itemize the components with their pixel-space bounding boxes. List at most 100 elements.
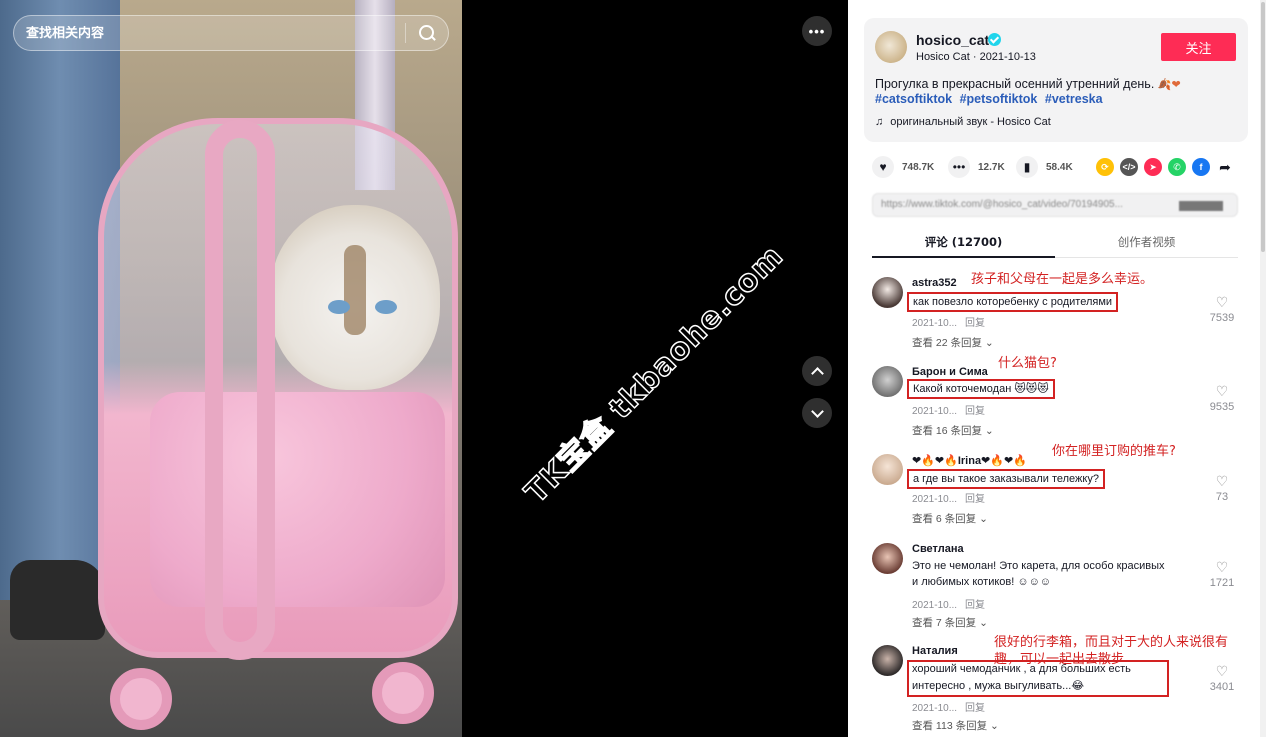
commenter-name[interactable]: Наталия — [912, 645, 958, 657]
post-card: hosico_cat Hosico Cat · 2021-10-13 关注 Пр… — [864, 18, 1248, 142]
tiktok-video-page: TK宝盒 tkbaohe.com ••• hosico_cat Hosico C… — [0, 0, 1266, 737]
caption-emoji: 🍂❤ — [1157, 79, 1181, 91]
facebook-icon[interactable]: f — [1192, 158, 1210, 176]
comment-icon[interactable]: ••• — [948, 156, 970, 178]
view-replies-link[interactable]: 查看 7 条回复 — [912, 615, 988, 630]
comment-like[interactable]: ♡ 73 — [1202, 474, 1242, 503]
save-action[interactable]: ▮ 58.4K — [1016, 156, 1073, 178]
watermark-text: TK宝盒 tkbaohe.com — [518, 238, 791, 511]
info-panel: hosico_cat Hosico Cat · 2021-10-13 关注 Пр… — [848, 0, 1266, 737]
commenter-avatar[interactable] — [872, 645, 903, 676]
search-bar[interactable] — [13, 15, 449, 51]
comment-meta: 2021-10... 回复 — [912, 596, 985, 611]
tab-creator-videos[interactable]: 创作者视频 — [1055, 234, 1238, 250]
heart-outline-icon[interactable]: ♡ — [1202, 664, 1242, 678]
tab-comments[interactable]: 评论 (12700) — [872, 234, 1055, 250]
comment-text-line: хороший чемоданчик , а для больших есть — [912, 663, 1131, 675]
post-caption: Прогулка в прекрасный осенний утренний д… — [875, 76, 1235, 93]
author-subline: Hosico Cat · 2021-10-13 — [916, 51, 1036, 63]
search-icon[interactable] — [418, 24, 436, 42]
hashtag-link[interactable]: #catsoftiktok — [875, 92, 952, 106]
copy-link-field[interactable]: https://www.tiktok.com/@hosico_cat/video… — [872, 193, 1238, 217]
panel-tabs: 评论 (12700) 创作者视频 — [872, 224, 1238, 258]
heart-outline-icon[interactable]: ♡ — [1202, 560, 1242, 574]
hashtags: #catsoftiktok #petsoftiktok #vetreska — [875, 92, 1107, 106]
commenter-avatar[interactable] — [872, 543, 903, 574]
commenter-name[interactable]: astra352 — [912, 277, 957, 289]
reply-link[interactable]: 回复 — [965, 494, 985, 505]
more-options-button[interactable]: ••• — [802, 16, 832, 46]
suitcase-rim — [205, 120, 275, 660]
heart-outline-icon[interactable]: ♡ — [1202, 474, 1242, 488]
active-tab-indicator — [872, 256, 1055, 258]
heart-icon[interactable]: ♥ — [872, 156, 894, 178]
video-player[interactable] — [0, 0, 462, 737]
background-shoe — [10, 560, 105, 640]
whatsapp-icon[interactable]: ✆ — [1168, 158, 1186, 176]
music-note-icon: ♫ — [875, 116, 884, 128]
send-icon[interactable]: ➤ — [1144, 158, 1162, 176]
video-link-text: https://www.tiktok.com/@hosico_cat/video… — [881, 199, 1123, 210]
chevron-down-icon — [810, 404, 824, 418]
reply-link[interactable]: 回复 — [965, 406, 985, 417]
embed-icon[interactable]: </> — [1120, 158, 1138, 176]
save-count: 58.4K — [1046, 161, 1073, 173]
comment-action[interactable]: ••• 12.7K — [948, 156, 1005, 178]
hashtag-link[interactable]: #vetreska — [1045, 92, 1103, 106]
view-replies-link[interactable]: 查看 113 条回复 — [912, 718, 999, 733]
repost-icon[interactable]: ⟳ — [1096, 158, 1114, 176]
view-replies-link[interactable]: 查看 6 条回复 — [912, 511, 988, 526]
comment-like[interactable]: ♡ 3401 — [1202, 664, 1242, 693]
view-replies-link[interactable]: 查看 22 条回复 — [912, 335, 994, 350]
author-username[interactable]: hosico_cat — [916, 32, 989, 48]
comment-like[interactable]: ♡ 7539 — [1202, 295, 1242, 324]
like-count: 748.7K — [902, 161, 935, 173]
copy-link-button[interactable] — [1179, 201, 1223, 211]
next-video-button[interactable] — [802, 398, 832, 428]
comment-meta: 2021-10... 回复 — [912, 402, 985, 417]
previous-video-button[interactable] — [802, 356, 832, 386]
translation-annotation: 孩子和父母在一起是多么幸运。 — [971, 272, 1154, 287]
comment-like[interactable]: ♡ 9535 — [1202, 384, 1242, 413]
commenter-avatar[interactable] — [872, 454, 903, 485]
heart-outline-icon[interactable]: ♡ — [1202, 384, 1242, 398]
comment-text: Какой коточемодан 😻😻😻 — [907, 379, 1055, 399]
suitcase-wheel — [372, 662, 434, 724]
comment-like-count: 73 — [1215, 491, 1229, 503]
video-side-area: TK宝盒 tkbaohe.com ••• — [462, 0, 848, 737]
view-replies-link[interactable]: 查看 16 条回复 — [912, 423, 994, 438]
music-link[interactable]: ♫ оригинальный звук - Hosico Cat — [875, 116, 1051, 128]
scrollbar[interactable] — [1260, 0, 1266, 737]
like-action[interactable]: ♥ 748.7K — [872, 156, 934, 178]
commenter-avatar[interactable] — [872, 277, 903, 308]
commenter-name[interactable]: ❤🔥❤🔥Irina❤🔥❤🔥 — [912, 454, 1027, 467]
reply-link[interactable]: 回复 — [965, 703, 985, 714]
comment-meta: 2021-10... 回复 — [912, 490, 985, 505]
heart-outline-icon[interactable]: ♡ — [1202, 295, 1242, 309]
comment-meta: 2021-10... 回复 — [912, 314, 985, 329]
commenter-avatar[interactable] — [872, 366, 903, 397]
translation-annotation: 你在哪里订购的推车? — [1052, 444, 1176, 459]
comment-date: 2021-10... — [912, 318, 958, 329]
hashtag-link[interactable]: #petsoftiktok — [960, 92, 1038, 106]
search-divider — [405, 23, 406, 43]
share-arrow-icon[interactable]: ➦ — [1216, 158, 1234, 176]
music-title: оригинальный звук - Hosico Cat — [890, 116, 1051, 128]
comment-date: 2021-10... — [912, 600, 958, 611]
comment-like[interactable]: ♡ 1721 — [1202, 560, 1242, 589]
comment-like-count: 7539 — [1209, 312, 1235, 324]
reply-link[interactable]: 回复 — [965, 600, 985, 611]
search-input[interactable] — [26, 25, 393, 41]
commenter-name[interactable]: Барон и Сима — [912, 366, 988, 378]
commenter-name[interactable]: Светлана — [912, 543, 964, 555]
action-bar: ♥ 748.7K ••• 12.7K ▮ 58.4K ⟳ </> ➤ ✆ f ➦ — [872, 156, 1242, 180]
comment-text: а где вы такое заказывали тележку? — [907, 469, 1105, 489]
bookmark-icon[interactable]: ▮ — [1016, 156, 1038, 178]
author-avatar[interactable] — [875, 31, 907, 63]
reply-link[interactable]: 回复 — [965, 318, 985, 329]
follow-button[interactable]: 关注 — [1161, 33, 1236, 61]
comment-date: 2021-10... — [912, 703, 958, 714]
comment-like-count: 3401 — [1209, 681, 1235, 693]
verified-badge-icon — [988, 33, 1001, 46]
chevron-up-icon — [810, 366, 824, 380]
